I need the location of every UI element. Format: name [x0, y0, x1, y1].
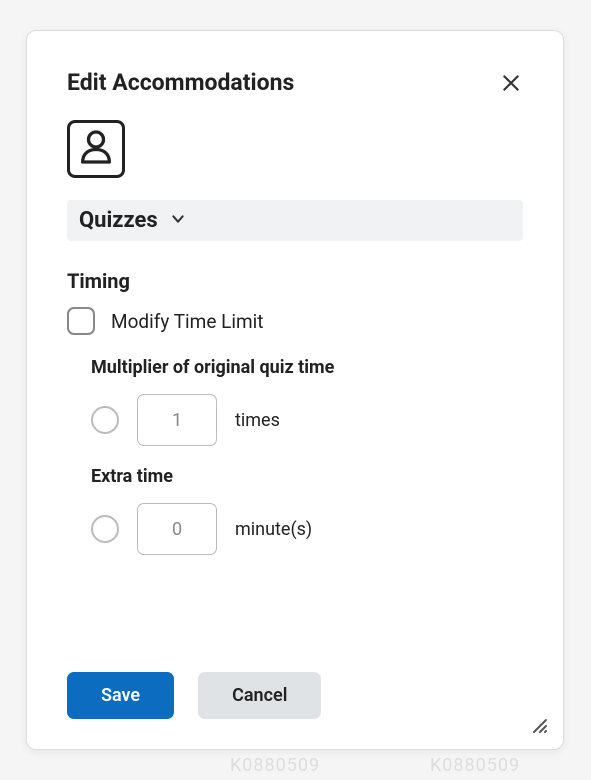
multiplier-unit: times [235, 410, 280, 431]
person-icon [76, 127, 116, 171]
modify-time-limit-checkbox[interactable] [67, 307, 95, 335]
modify-time-limit-label: Modify Time Limit [111, 310, 263, 333]
multiplier-input[interactable] [137, 394, 217, 446]
backdrop-text: K0880509 [230, 755, 320, 776]
modify-time-limit-row: Modify Time Limit [67, 307, 523, 335]
multiplier-label: Multiplier of original quiz time [91, 357, 523, 378]
multiplier-input-row: times [91, 394, 523, 446]
resize-icon [531, 717, 549, 735]
chevron-down-icon [170, 211, 186, 231]
extra-time-input[interactable] [137, 503, 217, 555]
modal-title: Edit Accommodations [67, 69, 294, 96]
resize-handle[interactable] [531, 717, 549, 735]
quizzes-section-dropdown[interactable]: Quizzes [67, 200, 523, 241]
extra-time-unit: minute(s) [235, 519, 312, 540]
extra-time-section: Extra time minute(s) [67, 466, 523, 555]
extra-time-input-row: minute(s) [91, 503, 523, 555]
timing-heading: Timing [67, 269, 523, 293]
save-button[interactable]: Save [67, 672, 174, 719]
user-profile-icon [67, 120, 125, 178]
extra-time-radio[interactable] [91, 515, 119, 543]
edit-accommodations-modal: Edit Accommodations Quizzes Timing Modif… [26, 30, 564, 750]
backdrop-text: K0880509 [430, 755, 520, 776]
cancel-button[interactable]: Cancel [198, 672, 321, 719]
close-icon [501, 73, 521, 93]
modal-header: Edit Accommodations [67, 69, 523, 96]
multiplier-section: Multiplier of original quiz time times [67, 357, 523, 446]
close-button[interactable] [499, 71, 523, 95]
extra-time-label: Extra time [91, 466, 523, 487]
multiplier-radio[interactable] [91, 406, 119, 434]
modal-footer: Save Cancel [67, 672, 523, 719]
section-dropdown-label: Quizzes [79, 208, 158, 233]
